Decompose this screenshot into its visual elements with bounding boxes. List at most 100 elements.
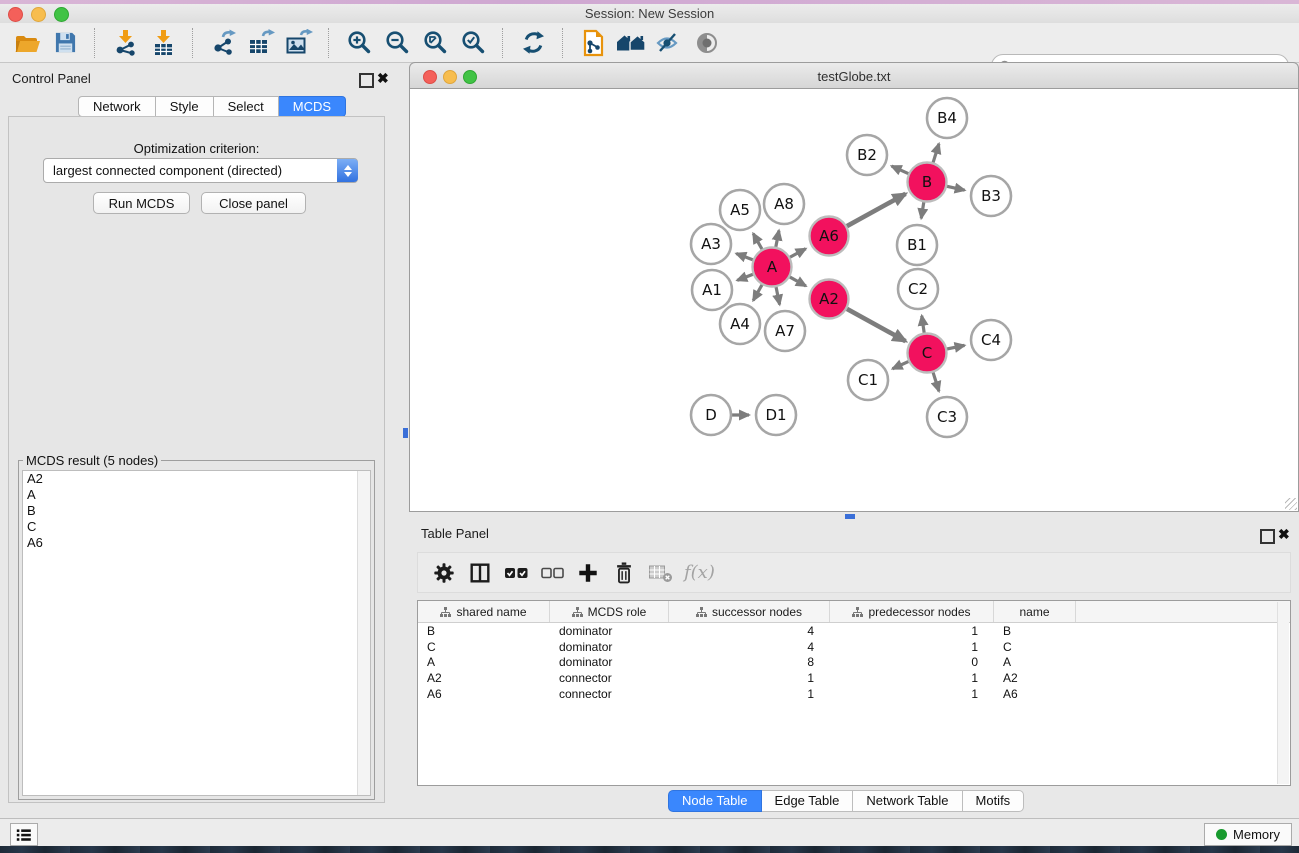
table-cell[interactable]: 1 — [830, 624, 994, 638]
tab-node-table[interactable]: Node Table — [668, 790, 762, 812]
table-cell[interactable]: A2 — [994, 671, 1076, 685]
tab-edge-table[interactable]: Edge Table — [762, 790, 854, 812]
column-header[interactable]: shared name — [418, 601, 550, 622]
table-cell[interactable]: A — [418, 655, 550, 669]
graph-node-C2[interactable]: C2 — [898, 269, 938, 309]
table-cell[interactable]: 1 — [669, 687, 830, 701]
table-cell[interactable]: connector — [550, 687, 669, 701]
table-options-gear-icon[interactable] — [426, 558, 462, 588]
column-header[interactable]: successor nodes — [669, 601, 830, 622]
open-file-icon[interactable] — [8, 28, 46, 58]
table-cell[interactable]: A6 — [994, 687, 1076, 701]
zoom-selected-icon[interactable] — [454, 28, 492, 58]
graph-node-A7[interactable]: A7 — [765, 311, 805, 351]
export-image-icon[interactable] — [280, 28, 318, 58]
graph-node-B1[interactable]: B1 — [897, 225, 937, 265]
export-table-icon[interactable] — [242, 28, 280, 58]
network-clipboard-icon[interactable] — [574, 28, 612, 58]
table-row[interactable]: A6connector11A6 — [418, 686, 1290, 702]
graph-node-C3[interactable]: C3 — [927, 397, 967, 437]
tab-motifs[interactable]: Motifs — [963, 790, 1025, 812]
close-panel-icon[interactable]: ✖ — [377, 70, 389, 87]
delete-column-trash-icon[interactable] — [606, 558, 642, 588]
float-panel-icon[interactable] — [359, 73, 374, 88]
result-item[interactable]: A6 — [23, 535, 370, 551]
table-cell[interactable]: C — [418, 640, 550, 654]
run-mcds-button[interactable]: Run MCDS — [93, 192, 190, 214]
graph-node-B2[interactable]: B2 — [847, 135, 887, 175]
column-browser-icon[interactable] — [462, 558, 498, 588]
result-item[interactable]: A — [23, 487, 370, 503]
save-session-icon[interactable] — [46, 28, 84, 58]
table-cell[interactable]: B — [418, 624, 550, 638]
column-header[interactable]: predecessor nodes — [830, 601, 994, 622]
close-panel-button[interactable]: Close panel — [201, 192, 306, 214]
dropdown-stepper-icon[interactable] — [337, 159, 358, 182]
memory-button[interactable]: Memory — [1204, 823, 1292, 846]
table-cell[interactable]: dominator — [550, 624, 669, 638]
table-cell[interactable]: A6 — [418, 687, 550, 701]
table-cell[interactable]: 0 — [830, 655, 994, 669]
column-header[interactable]: MCDS role — [550, 601, 669, 622]
table-cell[interactable]: A2 — [418, 671, 550, 685]
table-scrollbar[interactable] — [1277, 602, 1289, 784]
select-all-rows-icon[interactable] — [498, 558, 534, 588]
table-cell[interactable]: 4 — [669, 624, 830, 638]
zoom-out-icon[interactable] — [378, 28, 416, 58]
table-cell[interactable]: 1 — [830, 687, 994, 701]
table-cell[interactable]: 1 — [669, 671, 830, 685]
table-row[interactable]: A2connector11A2 — [418, 670, 1290, 686]
result-item[interactable]: C — [23, 519, 370, 535]
table-cell[interactable]: 4 — [669, 640, 830, 654]
table-cell[interactable]: 8 — [669, 655, 830, 669]
task-history-button[interactable] — [10, 823, 38, 846]
show-graphics-eye-icon[interactable] — [688, 28, 726, 58]
delete-table-icon[interactable] — [642, 558, 678, 588]
table-cell[interactable]: B — [994, 624, 1076, 638]
graph-node-B4[interactable]: B4 — [927, 98, 967, 138]
graph-edge-A-A2[interactable] — [787, 276, 806, 286]
table-cell[interactable]: C — [994, 640, 1076, 654]
import-network-icon[interactable] — [106, 28, 144, 58]
import-table-icon[interactable] — [144, 28, 182, 58]
column-header[interactable]: name — [994, 601, 1076, 622]
graph-node-A4[interactable]: A4 — [720, 304, 760, 344]
graph-node-A2[interactable]: A2 — [810, 280, 849, 319]
tab-network[interactable]: Network — [78, 96, 156, 117]
add-column-plus-icon[interactable] — [570, 558, 606, 588]
table-row[interactable]: Adominator80A — [418, 655, 1290, 671]
tab-style[interactable]: Style — [156, 96, 214, 117]
export-network-icon[interactable] — [204, 28, 242, 58]
result-item[interactable]: A2 — [23, 471, 370, 487]
graph-edge-A6-B[interactable] — [844, 194, 905, 228]
table-row[interactable]: Bdominator41B — [418, 623, 1290, 639]
home-reset-icon[interactable] — [612, 28, 650, 58]
graph-node-A3[interactable]: A3 — [691, 224, 731, 264]
graph-node-B3[interactable]: B3 — [971, 176, 1011, 216]
close-table-panel-icon[interactable]: ✖ — [1278, 526, 1290, 543]
table-cell[interactable]: A — [994, 655, 1076, 669]
table-cell[interactable]: connector — [550, 671, 669, 685]
refresh-layout-icon[interactable] — [514, 28, 552, 58]
graph-node-A6[interactable]: A6 — [810, 217, 849, 256]
network-canvas[interactable]: AA1A2A3A4A5A6A7A8BB1B2B3B4CC1C2C3C4DD1 — [409, 89, 1299, 512]
result-scrollbar[interactable] — [357, 471, 370, 795]
table-row[interactable]: Cdominator41C — [418, 639, 1290, 655]
table-cell[interactable]: 1 — [830, 640, 994, 654]
mcds-result-list[interactable]: A2ABCA6 — [22, 470, 371, 796]
graph-node-D[interactable]: D — [691, 395, 731, 435]
table-cell[interactable]: 1 — [830, 671, 994, 685]
tab-network-table[interactable]: Network Table — [853, 790, 962, 812]
hide-graphics-eye-icon[interactable] — [650, 28, 688, 58]
table-cell[interactable]: dominator — [550, 640, 669, 654]
graph-node-A1[interactable]: A1 — [692, 270, 732, 310]
graph-node-C4[interactable]: C4 — [971, 320, 1011, 360]
graph-edge-A2-C[interactable] — [844, 307, 905, 341]
graph-node-A[interactable]: A — [753, 248, 792, 287]
graph-edge-B-B4[interactable] — [932, 144, 939, 166]
graph-node-D1[interactable]: D1 — [756, 395, 796, 435]
zoom-fit-icon[interactable] — [416, 28, 454, 58]
graph-node-A5[interactable]: A5 — [720, 190, 760, 230]
graph-node-C[interactable]: C — [908, 334, 947, 373]
tab-mcds[interactable]: MCDS — [279, 96, 346, 117]
